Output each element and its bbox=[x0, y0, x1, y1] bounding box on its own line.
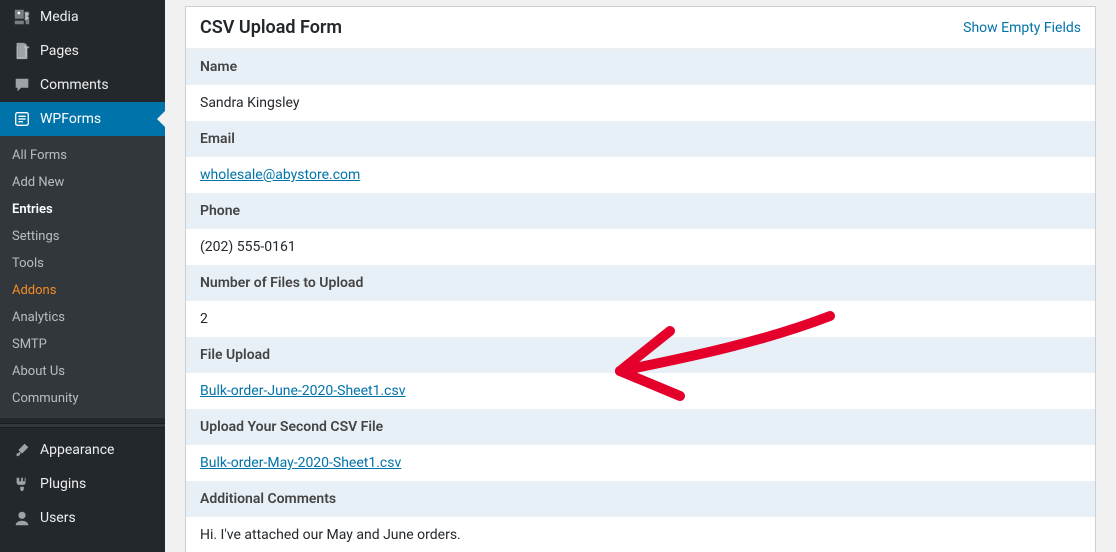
submenu-entries[interactable]: Entries bbox=[0, 196, 165, 223]
email-link[interactable]: wholesale@abystore.com bbox=[200, 167, 360, 183]
show-empty-fields-link[interactable]: Show Empty Fields bbox=[963, 20, 1081, 36]
submenu-addons[interactable]: Addons bbox=[0, 277, 165, 304]
submenu-settings[interactable]: Settings bbox=[0, 223, 165, 250]
submenu-all-forms[interactable]: All Forms bbox=[0, 142, 165, 169]
sidebar-item-wpforms[interactable]: WPForms bbox=[0, 102, 165, 136]
entry-panel: CSV Upload Form Show Empty Fields Name S… bbox=[185, 6, 1096, 552]
sidebar-item-comments[interactable]: Comments bbox=[0, 68, 165, 102]
field-value-name: Sandra Kingsley bbox=[186, 85, 1095, 121]
media-icon bbox=[12, 7, 32, 27]
field-value-email: wholesale@abystore.com bbox=[186, 157, 1095, 193]
field-label-fileupload: File Upload bbox=[186, 337, 1095, 373]
sidebar-item-pages[interactable]: Pages bbox=[0, 34, 165, 68]
sidebar-item-label: Plugins bbox=[40, 476, 86, 492]
sidebar-item-label: Pages bbox=[40, 43, 79, 59]
field-label-numfiles: Number of Files to Upload bbox=[186, 265, 1095, 301]
submenu-community[interactable]: Community bbox=[0, 385, 165, 412]
file-link-1[interactable]: Bulk-order-June-2020-Sheet1.csv bbox=[200, 383, 406, 399]
sidebar-item-label: Media bbox=[40, 9, 79, 25]
sidebar-item-label: Users bbox=[40, 510, 76, 526]
submenu-analytics[interactable]: Analytics bbox=[0, 304, 165, 331]
panel-header: CSV Upload Form Show Empty Fields bbox=[186, 7, 1095, 49]
main-content: CSV Upload Form Show Empty Fields Name S… bbox=[165, 0, 1116, 552]
file-link-2[interactable]: Bulk-order-May-2020-Sheet1.csv bbox=[200, 455, 401, 471]
user-icon bbox=[12, 508, 32, 528]
field-value-phone: (202) 555-0161 bbox=[186, 229, 1095, 265]
admin-sidebar: Media Pages Comments WPForms All Forms A… bbox=[0, 0, 165, 552]
field-label-email: Email bbox=[186, 121, 1095, 157]
comment-icon bbox=[12, 75, 32, 95]
field-value-second-csv: Bulk-order-May-2020-Sheet1.csv bbox=[186, 445, 1095, 481]
sidebar-item-plugins[interactable]: Plugins bbox=[0, 467, 165, 501]
page-icon bbox=[12, 41, 32, 61]
submenu-about-us[interactable]: About Us bbox=[0, 358, 165, 385]
field-label-comments: Additional Comments bbox=[186, 481, 1095, 517]
field-value-fileupload: Bulk-order-June-2020-Sheet1.csv bbox=[186, 373, 1095, 409]
sidebar-item-media[interactable]: Media bbox=[0, 0, 165, 34]
sidebar-item-label: Comments bbox=[40, 77, 109, 93]
sidebar-item-label: Appearance bbox=[40, 442, 114, 458]
field-value-comments: Hi. I've attached our May and June order… bbox=[186, 517, 1095, 552]
plug-icon bbox=[12, 474, 32, 494]
sidebar-item-label: WPForms bbox=[40, 111, 101, 127]
sidebar-item-appearance[interactable]: Appearance bbox=[0, 433, 165, 467]
field-label-phone: Phone bbox=[186, 193, 1095, 229]
submenu-tools[interactable]: Tools bbox=[0, 250, 165, 277]
field-label-second-csv: Upload Your Second CSV File bbox=[186, 409, 1095, 445]
sidebar-item-users[interactable]: Users bbox=[0, 501, 165, 535]
field-label-name: Name bbox=[186, 49, 1095, 85]
form-icon bbox=[12, 109, 32, 129]
sidebar-submenu: All Forms Add New Entries Settings Tools… bbox=[0, 136, 165, 418]
submenu-smtp[interactable]: SMTP bbox=[0, 331, 165, 358]
submenu-add-new[interactable]: Add New bbox=[0, 169, 165, 196]
field-value-numfiles: 2 bbox=[186, 301, 1095, 337]
panel-title: CSV Upload Form bbox=[200, 17, 342, 38]
sidebar-separator bbox=[0, 423, 165, 428]
brush-icon bbox=[12, 440, 32, 460]
